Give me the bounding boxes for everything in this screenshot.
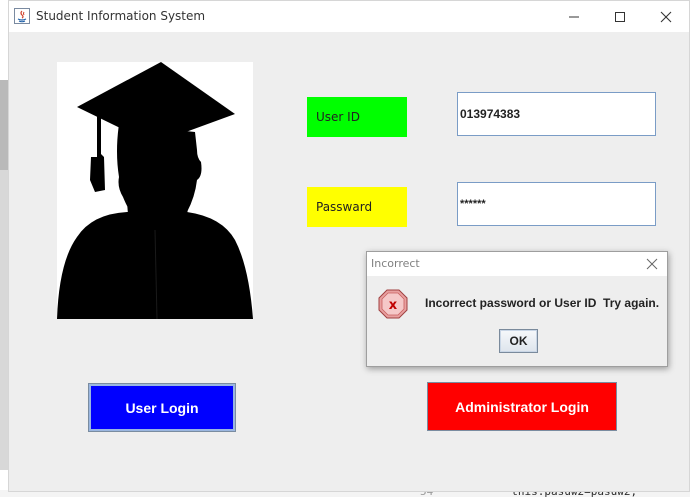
userid-field[interactable]: 013974383	[457, 92, 656, 136]
error-dialog: Incorrect x Incorrect password or User I…	[366, 251, 668, 367]
svg-text:x: x	[389, 298, 398, 313]
dialog-title: Incorrect	[371, 257, 420, 270]
user-login-button[interactable]: User Login	[88, 383, 236, 432]
close-icon	[646, 258, 658, 270]
window-titlebar[interactable]: Student Information System	[9, 1, 689, 32]
window-title: Student Information System	[36, 9, 206, 23]
background-window-edge	[0, 170, 8, 470]
userid-label: User ID	[307, 97, 407, 137]
maximize-icon	[615, 11, 625, 22]
password-label: Passward	[307, 187, 407, 227]
background-window-edge	[0, 80, 8, 170]
java-app-icon	[14, 8, 30, 24]
minimize-icon	[569, 16, 579, 17]
main-window: Student Information System User ID 01397…	[8, 0, 690, 492]
graduate-silhouette-image	[57, 62, 253, 319]
dialog-message: Incorrect password or User ID Try again.	[425, 296, 660, 310]
password-field[interactable]: ******	[457, 182, 656, 226]
minimize-button[interactable]	[551, 1, 597, 32]
ok-button[interactable]: OK	[499, 329, 538, 353]
close-button[interactable]	[643, 1, 689, 32]
maximize-button[interactable]	[597, 1, 643, 32]
close-icon	[660, 11, 672, 22]
administrator-login-button[interactable]: Administrator Login	[427, 382, 617, 431]
dialog-close-button[interactable]	[643, 255, 661, 273]
dialog-titlebar[interactable]: Incorrect	[367, 252, 667, 276]
error-icon: x	[378, 289, 408, 319]
